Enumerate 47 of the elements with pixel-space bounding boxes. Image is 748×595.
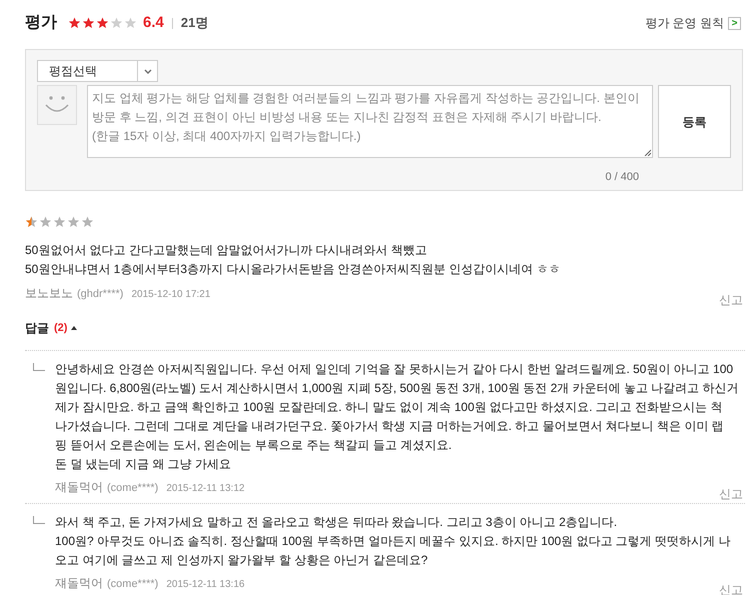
reply-text: 나가셨습니다. 그런데 그대로 계단을 내려가던구요. 쫓아가서 학생 지금 머하는거에요. 하고 물어보면서 쳐다보니 책은 이미 랩 xyxy=(55,418,725,435)
star-icon xyxy=(124,17,137,29)
review-text: 50원없어서 없다고 간다고말했는데 암말없어서가니까 다시내려와서 책뺐고 xyxy=(25,242,428,259)
rating-score: 6.4 xyxy=(143,12,164,33)
star-icon xyxy=(68,17,81,29)
reply-indent-icon xyxy=(33,516,45,524)
author-name: 쟤돌먹어 xyxy=(55,575,103,592)
report-link[interactable]: 신고 xyxy=(719,485,743,503)
reply-text: 핑 뜯어서 오른손에는 도서, 왼손에는 부록으로 주는 책갈피 들고 계셨지요. xyxy=(55,437,453,454)
star-icon xyxy=(67,216,80,228)
reply-text: 돈 덜 냈는데 지금 왜 그냥 가세요 xyxy=(55,456,232,473)
star-icon xyxy=(39,216,52,228)
review-text: 50원안내냐면서 1층에서부터3층까지 다시올라가서돈받음 안경쓴아저씨직원분 인성갑이시네여 ㅎㅎ xyxy=(25,261,562,278)
star-icon xyxy=(82,17,95,29)
submit-button[interactable]: 등록 xyxy=(658,85,731,158)
policy-link[interactable]: 평가 운영 원칙 xyxy=(645,14,724,32)
author-name: 보노보노 xyxy=(25,285,73,302)
rating-select[interactable]: 평점선택 xyxy=(37,60,158,82)
report-link[interactable]: 신고 xyxy=(719,291,743,309)
post-date: 2015-12-11 13:16 xyxy=(166,578,245,592)
character-counter: 0 / 400 xyxy=(605,170,639,185)
resize-handle-icon[interactable] xyxy=(644,149,652,156)
review-textarea[interactable]: 지도 업체 평가는 해당 업체를 경험한 여러분들의 느낌과 평가를 자유롭게 작성하는 공간입니다. 본인이 방문 후 느낌, 의견 표현이 아닌 비방성 내용 또는 지나친 감정적 표현은 자제해 주시기 바랍니다. (한글 15자 이상, 최대 400자까지 입력가능합니다.) xyxy=(87,85,654,158)
chevron-down-icon xyxy=(144,68,152,74)
smiley-icon xyxy=(44,95,70,115)
user-id: (ghdr****) xyxy=(77,286,124,302)
star-icon xyxy=(110,17,123,29)
reply-text: 와서 책 주고, 돈 가져가세요 말하고 전 올라오고 학생은 뒤따라 왔습니다. 그리고 3층이 아니고 2층입니다. xyxy=(55,514,618,531)
reply-text: 오고 여기에 글쓰고 제 인성까지 왈가왈부 할 상황은 아닌거 같은데요? xyxy=(55,552,429,569)
arrow-button[interactable]: > xyxy=(728,16,741,30)
star-icon xyxy=(25,216,38,228)
reply-text: 안녕하세요 안경쓴 아저씨직원입니다. 우선 어제 일인데 기억을 잘 못하시는거 같아 다시 한번 알려드릴께요. 50원이 아니고 100 xyxy=(55,361,734,378)
section-title: 평가 xyxy=(25,13,57,33)
reply-text: 제가 잠시만요. 하고 금액 확인하고 100원 모잘란데요. 하니 말도 없이 계속 100원 없다고만 하셨지요. 그리고 전화받으시는 척 xyxy=(55,399,724,416)
reply-text: 100원? 아무것도 아니죠 솔직히. 정산할때 100원 부족하면 얼마든지 메꿀수 있지요. 하지만 100원 없다고 그렇게 떳떳하시게 나 xyxy=(55,533,732,550)
reply-indent-icon xyxy=(33,363,45,371)
reply-text: 원입니다. 6,800원(라노벨) 도서 계산하시면서 1,000원 지폐 5장, 500원 동전 3개, 100원 동전 2개 카운터에 놓고 나갈려고 하신거 xyxy=(55,380,740,397)
post-date: 2015-12-11 13:12 xyxy=(166,482,245,496)
user-id: (come****) xyxy=(107,480,158,496)
rating-count: 21명 xyxy=(180,14,208,32)
star-icon xyxy=(96,17,109,29)
user-id: (come****) xyxy=(107,576,158,592)
star-icon xyxy=(81,216,94,228)
replies-toggle[interactable]: 답글 (2) xyxy=(25,319,78,337)
star-icon xyxy=(53,216,66,228)
post-date: 2015-12-10 17:21 xyxy=(131,288,210,302)
author-name: 쟤돌먹어 xyxy=(55,479,103,496)
